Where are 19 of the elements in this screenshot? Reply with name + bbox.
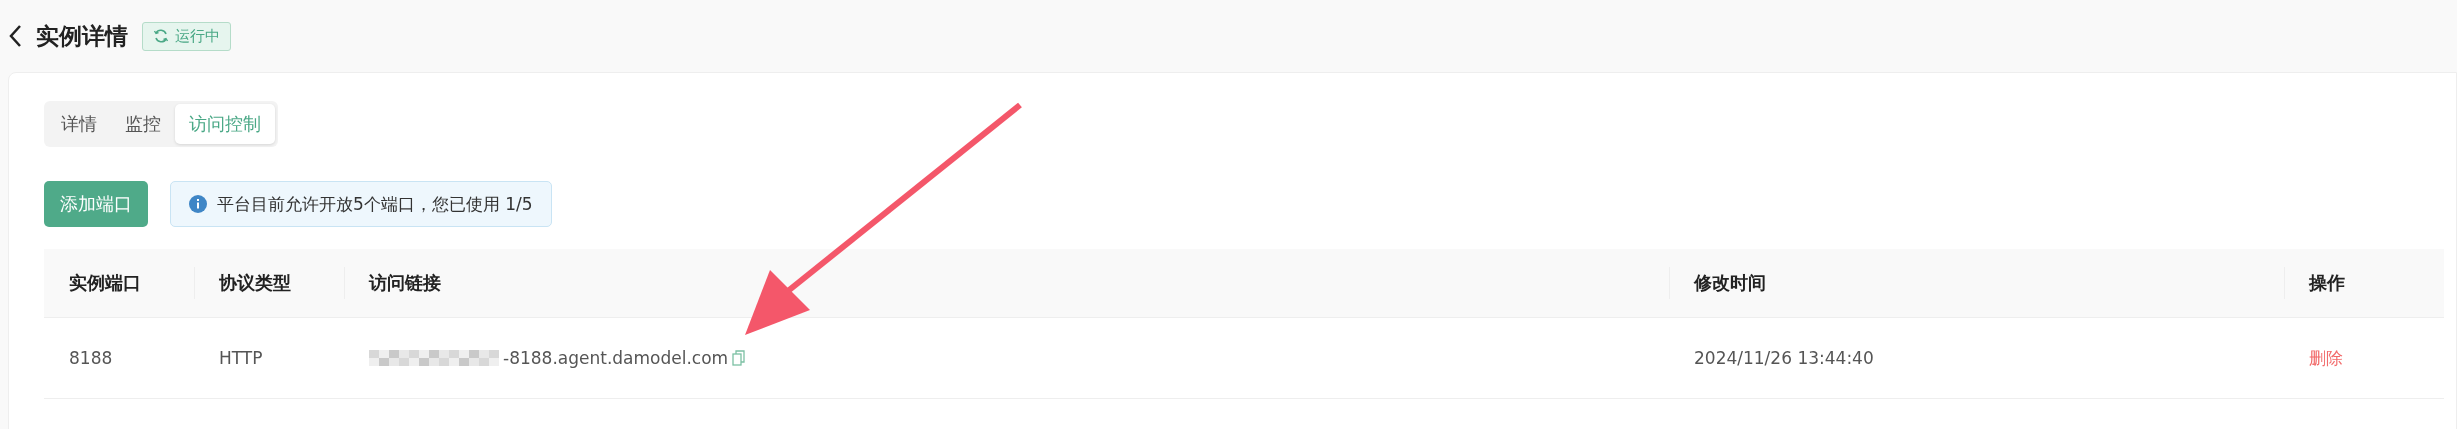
tab[interactable]: 详情 xyxy=(47,104,111,144)
column-header: 访问链接 xyxy=(344,249,1669,318)
column-header: 操作 xyxy=(2284,249,2444,318)
table-cell: 2024/11/26 13:44:40 xyxy=(1694,348,1874,368)
status-badge: 运行中 xyxy=(142,21,231,51)
add-port-button[interactable]: 添加端口 xyxy=(44,181,148,227)
refresh-icon xyxy=(153,28,169,44)
tab[interactable]: 访问控制 xyxy=(175,104,275,144)
info-text: 平台目前允许开放5个端口，您已使用 1/5 xyxy=(217,192,533,216)
info-icon xyxy=(189,195,207,213)
tab[interactable]: 监控 xyxy=(111,104,175,144)
delete-link[interactable]: 删除 xyxy=(2309,346,2343,370)
page-title: 实例详情 xyxy=(36,21,128,51)
column-header: 实例端口 xyxy=(44,249,194,318)
column-header: 协议类型 xyxy=(194,249,344,318)
table-cell: 8188 xyxy=(69,348,113,368)
back-icon[interactable] xyxy=(8,24,22,48)
column-header: 修改时间 xyxy=(1669,249,2284,318)
table-cell: HTTP xyxy=(219,348,263,368)
